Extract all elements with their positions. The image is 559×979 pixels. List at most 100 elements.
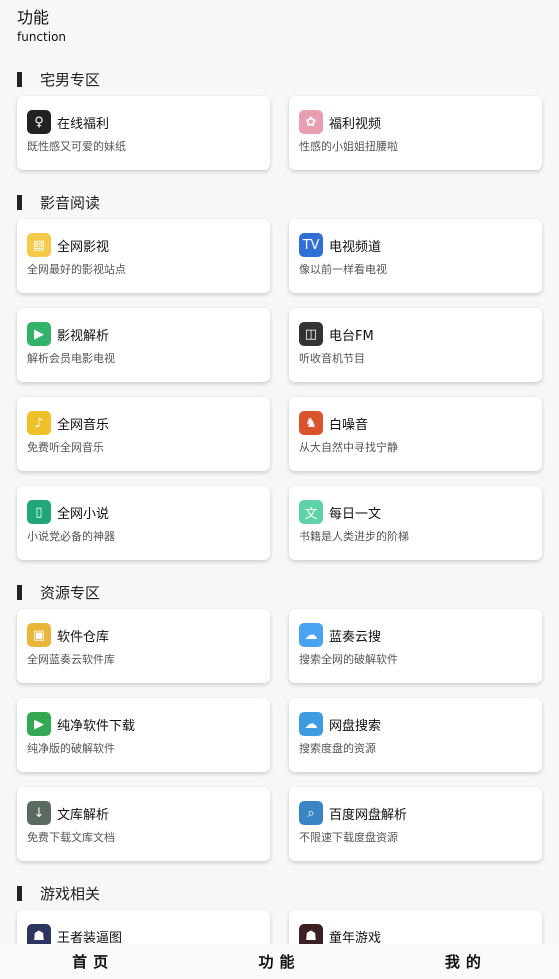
card-description: 搜索度盘的资源 <box>299 742 376 755</box>
card-header: ♀ 在线福利 <box>27 109 270 135</box>
silhouette-icon: ♀ <box>27 110 51 134</box>
play-icon: ▶ <box>27 322 51 346</box>
card-title: 电视频道 <box>329 239 382 255</box>
card-header: ▯ 全网小说 <box>27 499 270 525</box>
section-label: 影音阅读 <box>40 193 101 212</box>
feature-card[interactable]: ♀ 在线福利 既性感又可爱的妹纸 <box>17 96 270 170</box>
card-title: 蓝奏云搜 <box>329 629 382 645</box>
section: 资源专区 ▣ 软件仓库 全网蓝奏云软件库 ☁ 蓝奏云搜 搜索全网的破解软件 ▶ 纯净软件下载 纯净… <box>0 575 559 876</box>
card-title: 童年游戏 <box>329 930 382 945</box>
app-screen: 功能 function 宅男专区 ♀ 在线福利 既性感又可爱的妹纸 ✿ 福利视频 性感的小姐… <box>0 0 559 979</box>
feature-card[interactable]: ▤ 全网影视全网最好的影视站点 <box>17 219 270 293</box>
feature-card[interactable]: ♪ 全网音乐免费听全网音乐 <box>17 397 270 471</box>
game-avatar-icon: ☗ <box>27 924 51 944</box>
section-label: 资源专区 <box>40 583 101 602</box>
feature-card[interactable]: ☁ 网盘搜索搜索度盘的资源 <box>289 698 542 772</box>
card-description: 搜索全网的破解软件 <box>299 653 398 666</box>
feature-card[interactable]: 文每日一文 书籍是人类进步的阶梯 <box>289 486 542 560</box>
card-description: 从大自然中寻找宁静 <box>299 441 398 454</box>
card-header: ☗ 王者装逼图 <box>27 923 270 944</box>
feature-card[interactable]: ▯ 全网小说小说党必备的神器 <box>17 486 270 560</box>
card-header: ▶ 影视解析 <box>27 321 270 347</box>
card-description: 免费下载文库文档 <box>27 831 115 844</box>
card-title: 全网音乐 <box>57 417 110 433</box>
feature-card[interactable]: ◫ 电台FM 听收音机节目 <box>289 308 542 382</box>
cloud-search-icon: ☁ <box>299 712 323 736</box>
card-description: 书籍是人类进步的阶梯 <box>299 530 409 543</box>
card-title: 全网影视 <box>57 239 110 255</box>
clapperboard-icon: ▤ <box>27 233 51 257</box>
feature-card[interactable]: ▣ 软件仓库全网蓝奏云软件库 <box>17 609 270 683</box>
section: 游戏相关 ☗ 王者装逼图 ☗ 童年游戏 <box>0 876 559 944</box>
section-marker <box>17 71 22 87</box>
feature-card[interactable]: ♞ 白噪音从大自然中寻找宁静 <box>289 397 542 471</box>
feature-card[interactable]: ↓ 文库解析免费下载文库文档 <box>17 787 270 861</box>
feature-card[interactable]: TV 电视频道像以前一样看电视 <box>289 219 542 293</box>
card-header: TV 电视频道 <box>299 232 542 258</box>
google-play-icon: ▶ <box>27 712 51 736</box>
music-icon: ♪ <box>27 411 51 435</box>
feature-card[interactable]: ⌕ 百度网盘解析 不限速下载度盘资源 <box>289 787 542 861</box>
card-title: 白噪音 <box>329 417 369 433</box>
card-title: 软件仓库 <box>57 629 110 645</box>
card-description: 免费听全网音乐 <box>27 441 104 454</box>
card-title: 百度网盘解析 <box>329 807 408 823</box>
page-subtitle: function <box>17 30 67 44</box>
card-header: ↓ 文库解析 <box>27 800 270 826</box>
card-description: 听收音机节目 <box>299 352 365 365</box>
card-title: 纯净软件下载 <box>57 718 136 734</box>
tab-home[interactable]: 首页 <box>0 944 186 979</box>
magnifier-icon: ⌕ <box>299 801 323 825</box>
function-list[interactable]: 宅男专区 ♀ 在线福利 既性感又可爱的妹纸 ✿ 福利视频 性感的小姐姐扭腰啦 影音阅读 ▤ 全网影… <box>0 62 559 944</box>
feature-card[interactable]: ▶ 纯净软件下载纯净版的破解软件 <box>17 698 270 772</box>
card-grid: ▣ 软件仓库 全网蓝奏云软件库 ☁ 蓝奏云搜 搜索全网的破解软件 ▶ 纯净软件下载 纯净版的破解… <box>0 609 559 861</box>
page-header: 功能 function <box>17 8 66 45</box>
card-header: ▤ 全网影视 <box>27 232 270 258</box>
bottom-tab-bar: 首页 功能 我的 <box>0 944 559 979</box>
card-description: 纯净版的破解软件 <box>27 742 115 755</box>
card-description: 解析会员电影电视 <box>27 352 115 365</box>
card-title: 每日一文 <box>329 506 382 522</box>
deer-icon: ♞ <box>299 411 323 435</box>
card-header: ♪ 全网音乐 <box>27 410 270 436</box>
gift-icon: ▣ <box>27 623 51 647</box>
card-header: ✿ 福利视频 <box>299 109 542 135</box>
card-title: 福利视频 <box>329 116 382 132</box>
card-header: ☗ 童年游戏 <box>299 923 542 944</box>
feature-card[interactable]: ✿ 福利视频性感的小姐姐扭腰啦 <box>289 96 542 170</box>
card-header: ☁ 网盘搜索 <box>299 711 542 737</box>
tab-function[interactable]: 功能 <box>186 944 372 979</box>
feature-card[interactable]: ▶ 影视解析解析会员电影电视 <box>17 308 270 382</box>
feature-card[interactable]: ☁ 蓝奏云搜搜索全网的破解软件 <box>289 609 542 683</box>
dancer-icon: ✿ <box>299 110 323 134</box>
card-title: 王者装逼图 <box>57 930 123 945</box>
card-title: 影视解析 <box>57 328 110 344</box>
card-description: 像以前一样看电视 <box>299 263 387 276</box>
tv-icon: TV <box>299 233 323 257</box>
card-header: ☁ 蓝奏云搜 <box>299 622 542 648</box>
card-header: ♞ 白噪音 <box>299 410 542 436</box>
card-grid: ▤ 全网影视全网最好的影视站点 TV 电视频道像以前一样看电视 ▶ 影视解析解析会员电影电… <box>0 219 559 560</box>
section-marker <box>17 584 22 600</box>
card-description: 全网最好的影视站点 <box>27 263 126 276</box>
card-title: 电台FM <box>329 328 374 344</box>
section: 宅男专区 ♀ 在线福利 既性感又可爱的妹纸 ✿ 福利视频 性感的小姐姐扭腰啦 <box>0 62 559 185</box>
feature-card[interactable]: ☗ 王者装逼图 <box>17 910 270 944</box>
section-title: 资源专区 <box>0 575 559 609</box>
section-title: 游戏相关 <box>0 876 559 910</box>
card-description: 性感的小姐姐扭腰啦 <box>299 140 398 153</box>
card-header: ▣ 软件仓库 <box>27 622 270 648</box>
feature-card[interactable]: ☗ 童年游戏 <box>289 910 542 944</box>
card-description: 小说党必备的神器 <box>27 530 115 543</box>
book-icon: ▯ <box>27 500 51 524</box>
section-title: 影音阅读 <box>0 185 559 219</box>
tab-mine[interactable]: 我的 <box>373 944 559 979</box>
radio-icon: ◫ <box>299 322 323 346</box>
card-title: 网盘搜索 <box>329 718 382 734</box>
card-grid: ♀ 在线福利 既性感又可爱的妹纸 ✿ 福利视频性感的小姐姐扭腰啦 <box>0 96 559 170</box>
card-description: 全网蓝奏云软件库 <box>27 653 115 666</box>
section-label: 游戏相关 <box>40 884 101 903</box>
